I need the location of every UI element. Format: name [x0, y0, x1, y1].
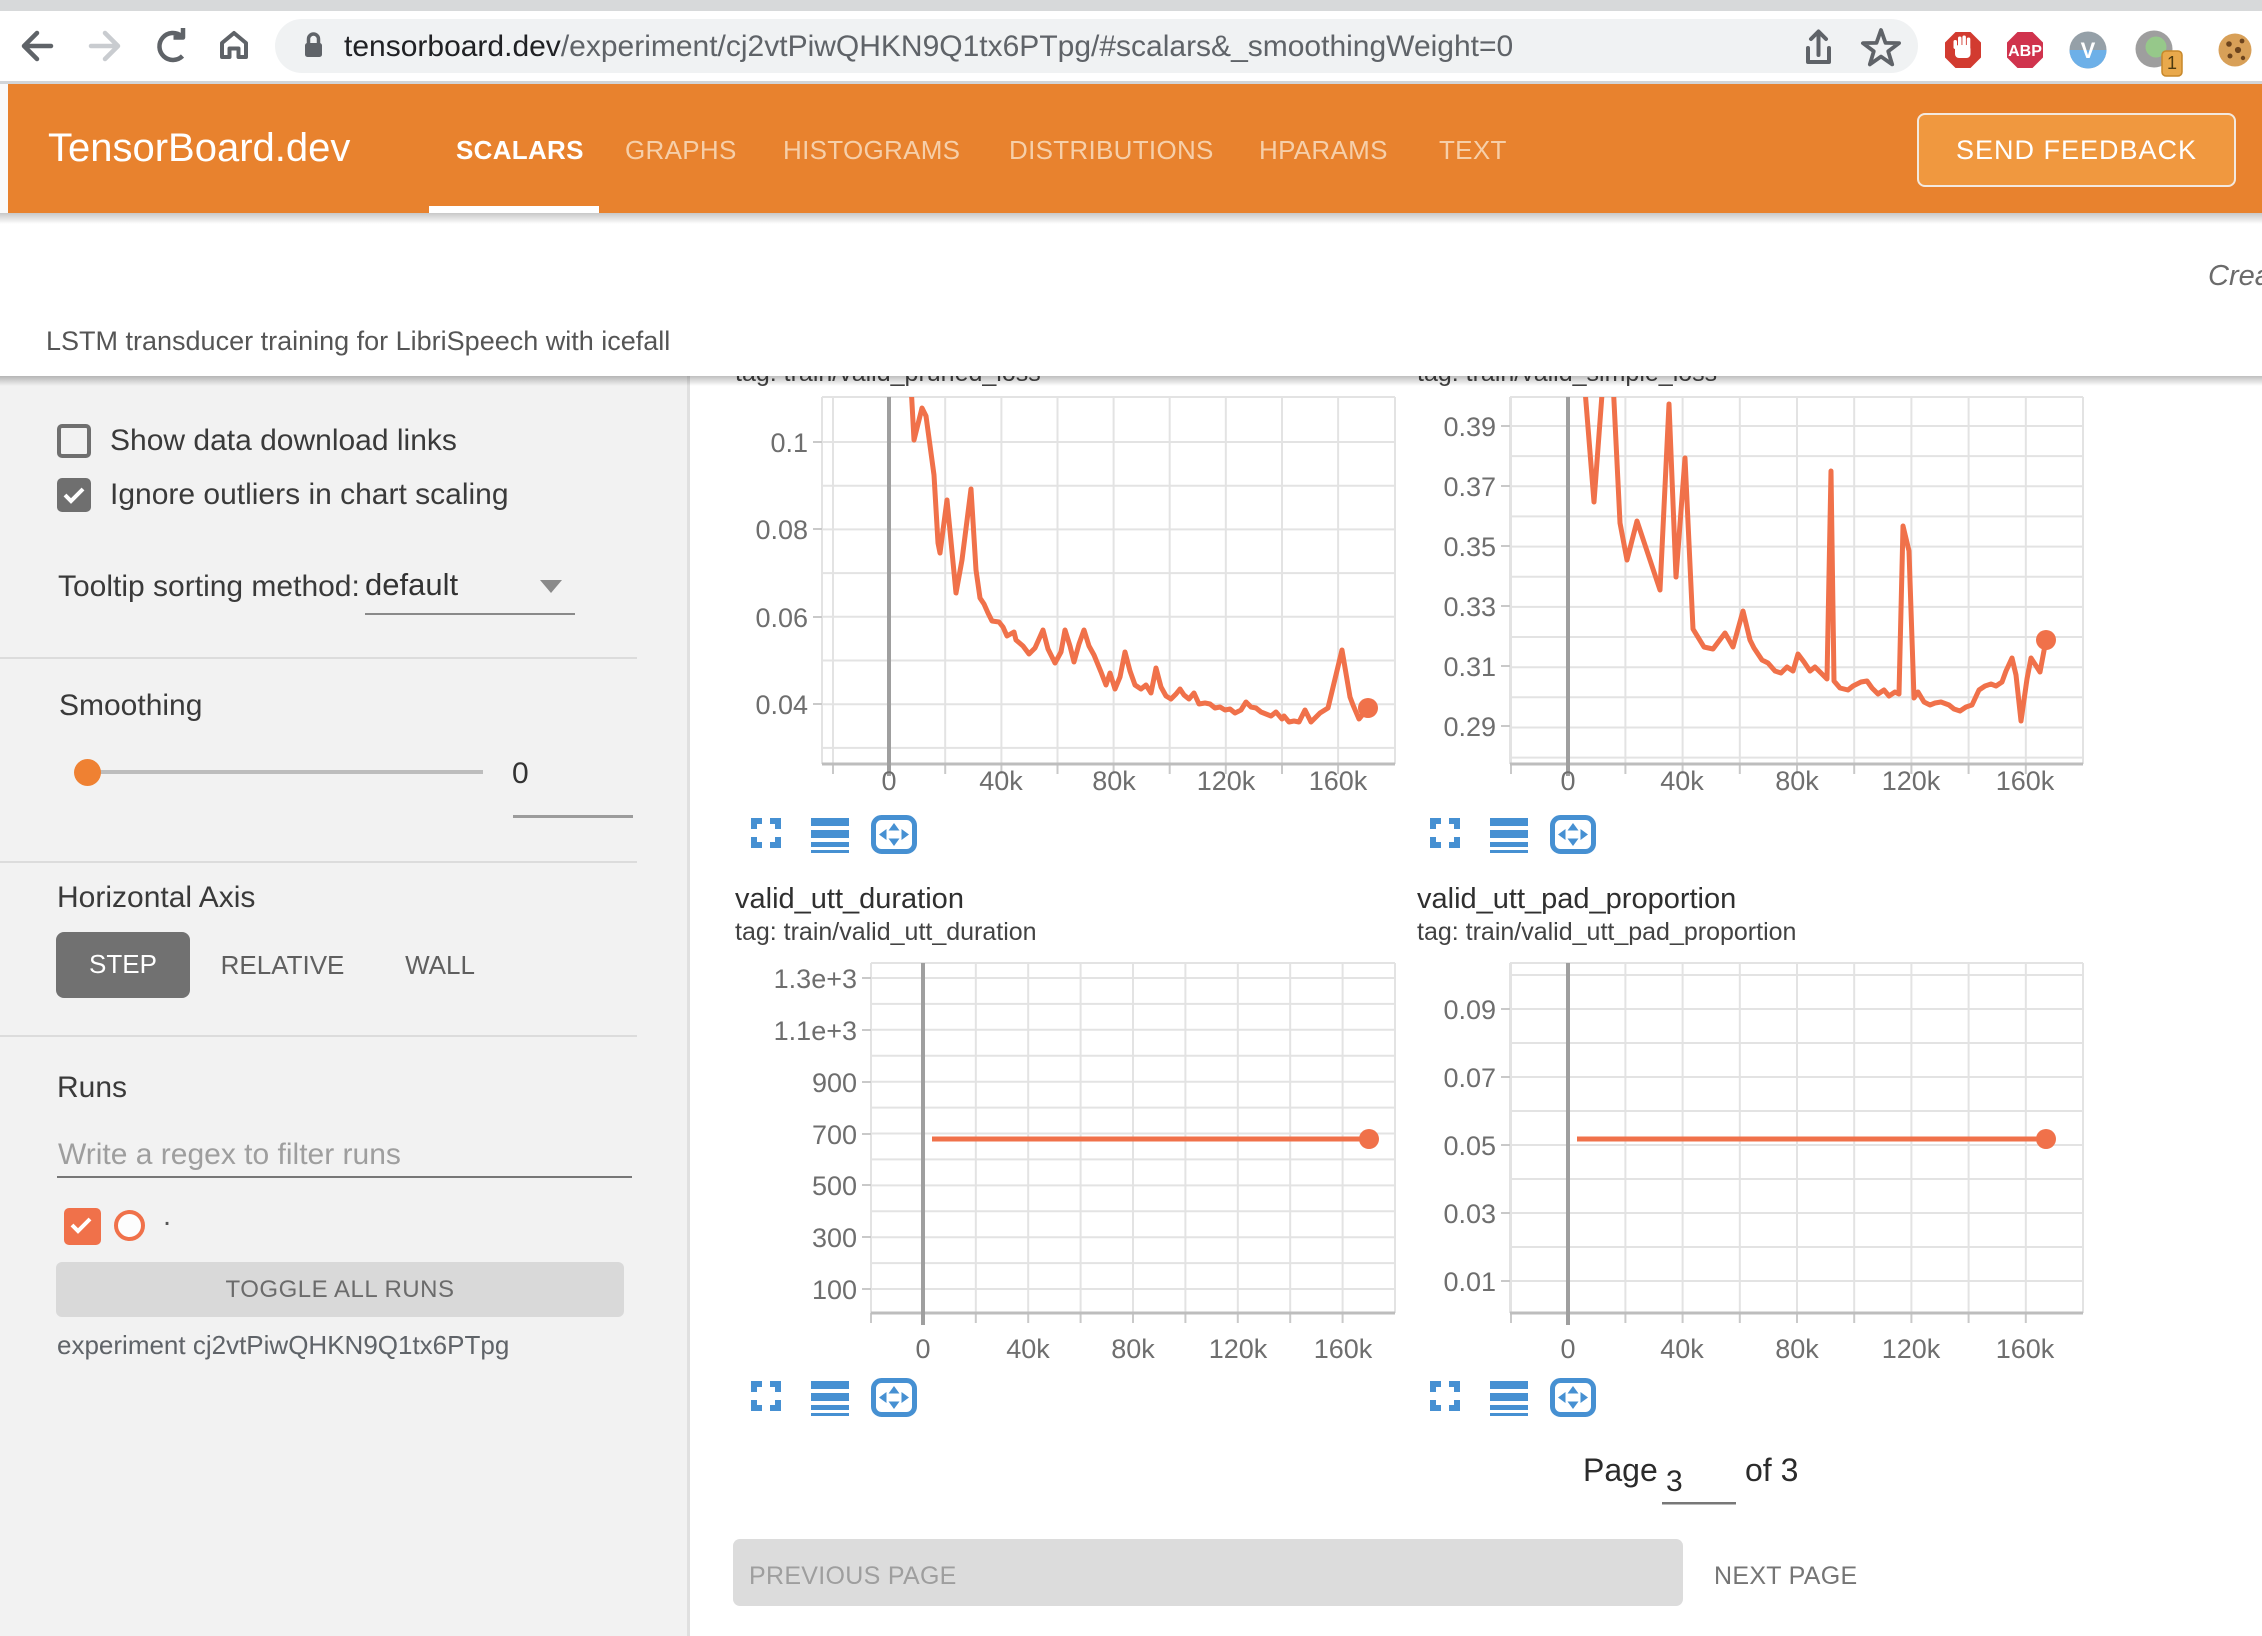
svg-text:0.31: 0.31 [1443, 652, 1496, 682]
svg-text:0.01: 0.01 [1443, 1267, 1496, 1297]
svg-text:0.04: 0.04 [755, 690, 808, 720]
svg-text:ABP: ABP [2008, 43, 2042, 60]
svg-text:1.1e+3: 1.1e+3 [774, 1016, 857, 1046]
svg-text:0.37: 0.37 [1443, 472, 1496, 502]
svg-text:120k: 120k [1209, 1334, 1268, 1364]
svg-text:40k: 40k [1660, 1334, 1704, 1364]
svg-text:0.03: 0.03 [1443, 1199, 1496, 1229]
svg-text:of 3: of 3 [1745, 1452, 1798, 1488]
svg-text:0.39: 0.39 [1443, 412, 1496, 442]
svg-text:valid_utt_duration: valid_utt_duration [735, 883, 964, 915]
svg-text:0: 0 [1560, 766, 1575, 796]
svg-text:500: 500 [812, 1171, 857, 1201]
svg-text:40k: 40k [1006, 1334, 1050, 1364]
svg-text:120k: 120k [1882, 1334, 1941, 1364]
svg-text:0.07: 0.07 [1443, 1063, 1496, 1093]
svg-text:160k: 160k [1996, 1334, 2055, 1364]
svg-text:120k: 120k [1882, 766, 1941, 796]
svg-text:0.1: 0.1 [770, 428, 808, 458]
svg-text:160k: 160k [1309, 766, 1368, 796]
svg-text:0.06: 0.06 [755, 603, 808, 633]
svg-text:700: 700 [812, 1120, 857, 1150]
svg-text:120k: 120k [1197, 766, 1256, 796]
svg-text:80k: 80k [1775, 1334, 1819, 1364]
svg-text:300: 300 [812, 1223, 857, 1253]
svg-text:0: 0 [915, 1334, 930, 1364]
svg-text:80k: 80k [1111, 1334, 1155, 1364]
svg-text:tag: train/valid_utt_pad_propo: tag: train/valid_utt_pad_proportion [1417, 918, 1796, 946]
svg-text:0.29: 0.29 [1443, 712, 1496, 742]
svg-text:160k: 160k [1996, 766, 2055, 796]
svg-text:1: 1 [2167, 53, 2177, 73]
svg-text:0.09: 0.09 [1443, 995, 1496, 1025]
svg-text:40k: 40k [1660, 766, 1704, 796]
svg-text:1.3e+3: 1.3e+3 [774, 964, 857, 994]
svg-text:80k: 80k [1775, 766, 1819, 796]
svg-text:0.08: 0.08 [755, 515, 808, 545]
svg-text:Page: Page [1583, 1452, 1658, 1488]
svg-text:80k: 80k [1092, 766, 1136, 796]
svg-text:valid_utt_pad_proportion: valid_utt_pad_proportion [1417, 883, 1736, 915]
svg-text:40k: 40k [979, 766, 1023, 796]
svg-text:0: 0 [881, 766, 896, 796]
svg-text:0: 0 [1560, 1334, 1575, 1364]
svg-text:0.33: 0.33 [1443, 592, 1496, 622]
svg-text:0.05: 0.05 [1443, 1131, 1496, 1161]
svg-text:NEXT PAGE: NEXT PAGE [1714, 1562, 1857, 1590]
svg-text:100: 100 [812, 1275, 857, 1305]
svg-text:3: 3 [1666, 1465, 1683, 1498]
svg-text:V: V [2081, 38, 2096, 63]
svg-text:tag: train/valid_utt_duration: tag: train/valid_utt_duration [735, 918, 1037, 946]
svg-text:PREVIOUS PAGE: PREVIOUS PAGE [749, 1562, 957, 1590]
svg-text:900: 900 [812, 1068, 857, 1098]
svg-text:0.35: 0.35 [1443, 532, 1496, 562]
svg-text:160k: 160k [1314, 1334, 1373, 1364]
